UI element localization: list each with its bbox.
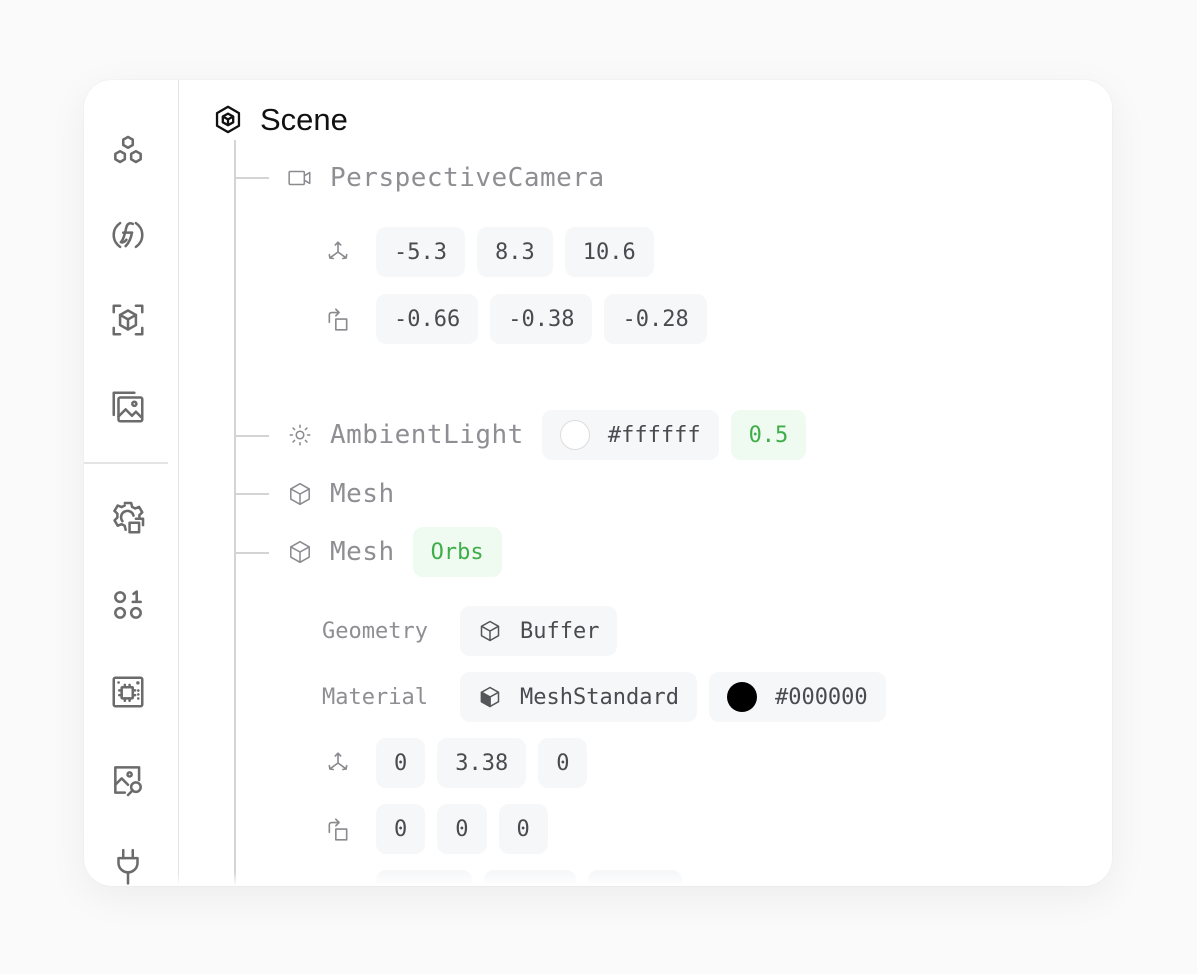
color-swatch[interactable] (559, 420, 590, 450)
rotation-z-field[interactable]: 0 (498, 804, 548, 854)
sidebar (84, 80, 179, 886)
node-label: AmbientLight (330, 420, 524, 450)
sidebar-item-plugins[interactable] (108, 846, 148, 886)
position-z-field[interactable]: 10.6 (564, 227, 654, 277)
rotate-icon (324, 305, 352, 333)
function-icon (112, 221, 144, 249)
node-label: Mesh (330, 537, 395, 567)
tree-node-mesh[interactable]: Mesh (286, 479, 395, 509)
axes-icon (324, 238, 352, 266)
axes-icon (324, 749, 352, 777)
gear-square-icon (113, 501, 145, 534)
tree-node-mesh-orbs[interactable]: Mesh Orbs (286, 527, 514, 577)
tree-branch-line (235, 493, 269, 495)
scene-root[interactable]: Scene (214, 102, 348, 138)
sidebar-item-image-search[interactable] (108, 760, 148, 800)
camera-position-row: -5.3 8.3 10.6 (324, 227, 666, 277)
mesh-name-badge: Orbs (412, 527, 502, 577)
chip-icon (112, 676, 144, 708)
node-label: PerspectiveCamera (330, 163, 605, 193)
sidebar-item-objects[interactable] (108, 132, 148, 172)
mesh-position-row: 0 3.38 0 (324, 738, 599, 788)
material-row: Material MeshStandard #000000 (322, 672, 898, 722)
geometry-cube-icon (480, 620, 500, 642)
position-y-field[interactable]: 3.38 (437, 738, 527, 788)
scene-tree: Scene PerspectiveCamera -5.3 8.3 10.6 -0… (178, 80, 1112, 886)
light-color-field[interactable]: #ffffff (541, 410, 719, 460)
scene-title: Scene (260, 102, 348, 137)
rotation-x-field[interactable]: 0 (376, 804, 426, 854)
geometry-value: Buffer (520, 618, 600, 644)
tree-branch-line (235, 177, 269, 179)
material-color-field[interactable]: #000000 (708, 672, 886, 722)
rotation-y-field[interactable]: 0 (437, 804, 487, 854)
position-x-field[interactable]: 0 (376, 738, 426, 788)
tree-node-ambient-light[interactable]: AmbientLight #ffffff 0.5 (286, 410, 818, 460)
material-value: MeshStandard (520, 684, 679, 710)
sidebar-item-binary[interactable] (108, 585, 148, 625)
scene-icon (215, 105, 241, 134)
sun-icon (286, 421, 314, 449)
material-field[interactable]: MeshStandard (460, 672, 697, 722)
camera-rotation-row: -0.66 -0.38 -0.28 (324, 294, 719, 344)
scroll-fade (178, 872, 1112, 886)
position-z-field[interactable]: 0 (538, 738, 588, 788)
sidebar-item-settings[interactable] (108, 498, 148, 538)
rotation-y-field[interactable]: -0.38 (490, 294, 593, 344)
geometry-label: Geometry (322, 618, 428, 644)
image-stack-icon (112, 391, 144, 423)
node-label: Mesh (330, 479, 395, 509)
geometry-row: Geometry Buffer (322, 606, 629, 656)
sidebar-item-hardware[interactable] (108, 672, 148, 712)
image-search-icon (114, 766, 142, 797)
color-swatch[interactable] (726, 682, 757, 712)
sidebar-item-images[interactable] (108, 387, 148, 427)
color-value: #ffffff (607, 422, 701, 448)
geometry-field[interactable]: Buffer (460, 606, 618, 656)
camera-icon (286, 164, 314, 192)
hexagons-icon (114, 135, 142, 164)
plug-icon (117, 848, 139, 885)
scene-inspector-panel: Scene PerspectiveCamera -5.3 8.3 10.6 -0… (84, 80, 1112, 886)
light-intensity-field[interactable]: 0.5 (730, 410, 807, 460)
cube-icon (286, 538, 314, 566)
sidebar-item-functions[interactable] (108, 215, 148, 255)
tree-branch-line (235, 435, 269, 437)
tree-branch-line (235, 552, 269, 554)
binary-icon (114, 590, 142, 619)
position-x-field[interactable]: -5.3 (376, 227, 465, 277)
tree-node-camera[interactable]: PerspectiveCamera (286, 163, 605, 193)
rotate-icon (324, 815, 352, 843)
tree-trunk-line (234, 140, 236, 886)
sidebar-divider (84, 462, 168, 464)
rotation-z-field[interactable]: -0.28 (604, 294, 707, 344)
rotation-x-field[interactable]: -0.66 (376, 294, 479, 344)
color-value: #000000 (774, 684, 868, 710)
position-y-field[interactable]: 8.3 (476, 227, 553, 277)
mesh-rotation-row: 0 0 0 (324, 804, 560, 854)
cube-icon (286, 480, 314, 508)
sidebar-item-3d-view[interactable] (108, 300, 148, 340)
material-cube-icon (480, 686, 500, 708)
material-label: Material (322, 684, 428, 710)
cube-focus-icon (112, 304, 144, 336)
